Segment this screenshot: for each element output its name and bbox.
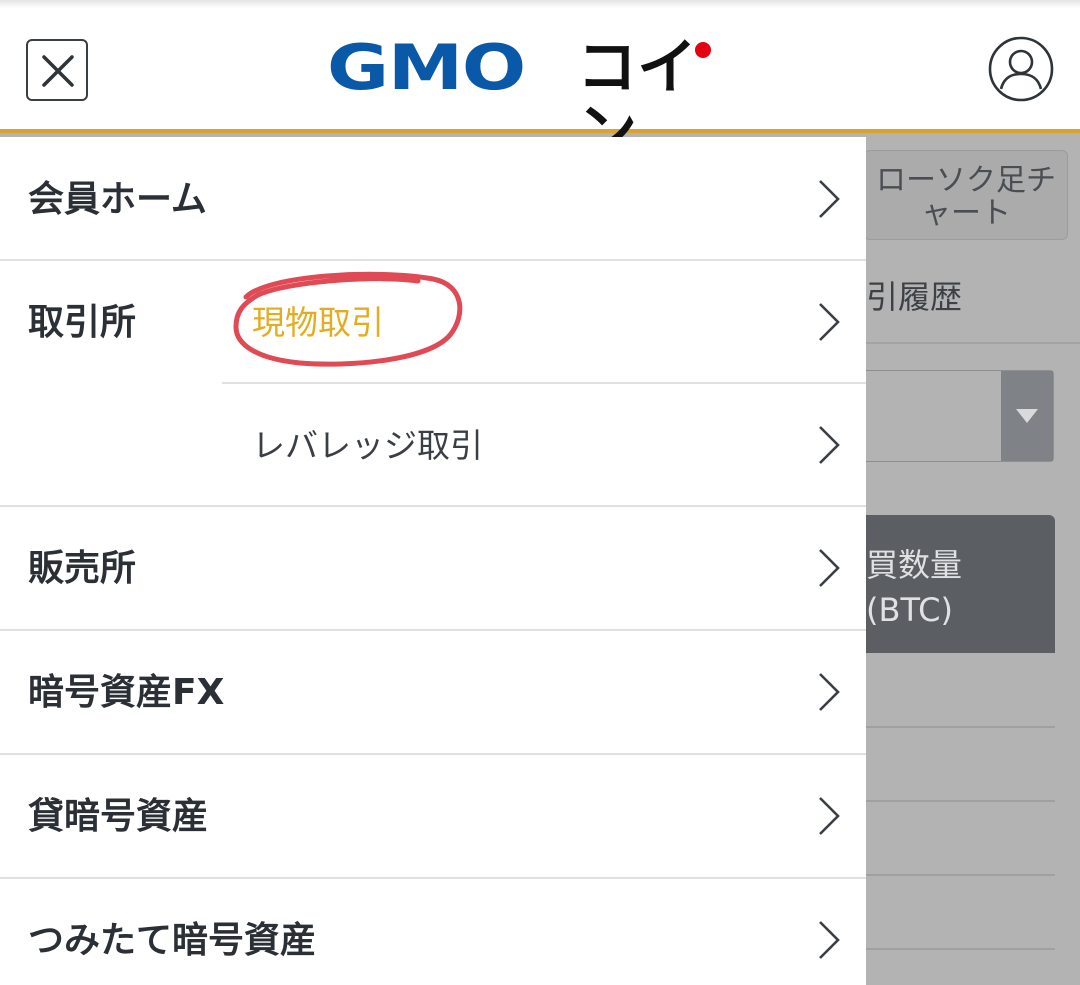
menu-item-member-home[interactable]: 会員ホーム bbox=[0, 137, 866, 260]
bg-row-divider bbox=[866, 948, 1055, 950]
menu-item-label: つみたて暗号資産 bbox=[28, 920, 317, 961]
status-shade bbox=[0, 0, 1080, 8]
account-button[interactable] bbox=[988, 36, 1054, 102]
select-button bbox=[1001, 371, 1053, 461]
chevron-right-icon bbox=[816, 794, 842, 838]
submenu-item-label: レバレッジ取引 bbox=[252, 426, 483, 465]
chevron-right-icon bbox=[816, 177, 842, 221]
chevron-right-icon bbox=[816, 918, 842, 962]
menu-item-label: 販売所 bbox=[28, 548, 137, 589]
chevron-right-icon bbox=[816, 300, 842, 344]
app-header: GMO コイン bbox=[0, 0, 1080, 164]
chevron-right-icon bbox=[816, 546, 842, 590]
menu-item-crypto-lending[interactable]: 貸暗号資産 bbox=[0, 754, 866, 877]
menu-item-label: 会員ホーム bbox=[28, 179, 207, 220]
menu-item-crypto-savings[interactable]: つみたて暗号資産 bbox=[0, 878, 866, 985]
candlestick-chart-tab: ローソク足チ ャート bbox=[864, 150, 1068, 240]
menu-item-label: 貸暗号資産 bbox=[28, 796, 209, 837]
chevron-right-icon bbox=[816, 670, 842, 714]
menu-item-leverage-trading[interactable]: レバレッジ取引 bbox=[222, 383, 866, 505]
menu-item-sales-office[interactable]: 販売所 bbox=[0, 506, 866, 629]
bg-row-divider bbox=[866, 800, 1055, 802]
gmo-coin-logo[interactable]: GMO コイン bbox=[327, 31, 752, 164]
bg-row-divider bbox=[866, 874, 1055, 876]
quantity-column-header: 買数量 (BTC) bbox=[866, 515, 1055, 653]
bg-select bbox=[862, 370, 1054, 462]
user-icon bbox=[988, 36, 1054, 106]
logo-red-dot bbox=[695, 42, 711, 58]
tab-line-1: ローソク足チ bbox=[876, 163, 1056, 198]
close-menu-button[interactable] bbox=[26, 39, 88, 101]
column-header-line-2: (BTC) bbox=[866, 591, 953, 629]
menu-item-label: 暗号資産FX bbox=[28, 672, 225, 713]
menu-item-crypto-fx[interactable]: 暗号資産FX bbox=[0, 630, 866, 753]
column-header-line-1: 買数量 bbox=[866, 546, 963, 584]
handdrawn-annotation-circle bbox=[233, 271, 463, 367]
logo-gmo-text: GMO bbox=[327, 31, 526, 104]
menu-group-label: 取引所 bbox=[28, 302, 137, 343]
tab-line-2: ャート bbox=[921, 196, 1011, 231]
bg-divider bbox=[866, 342, 1080, 344]
trade-history-tab: 引履歴 bbox=[866, 278, 963, 316]
chevron-right-icon bbox=[816, 423, 842, 467]
bg-row-divider bbox=[866, 726, 1055, 728]
